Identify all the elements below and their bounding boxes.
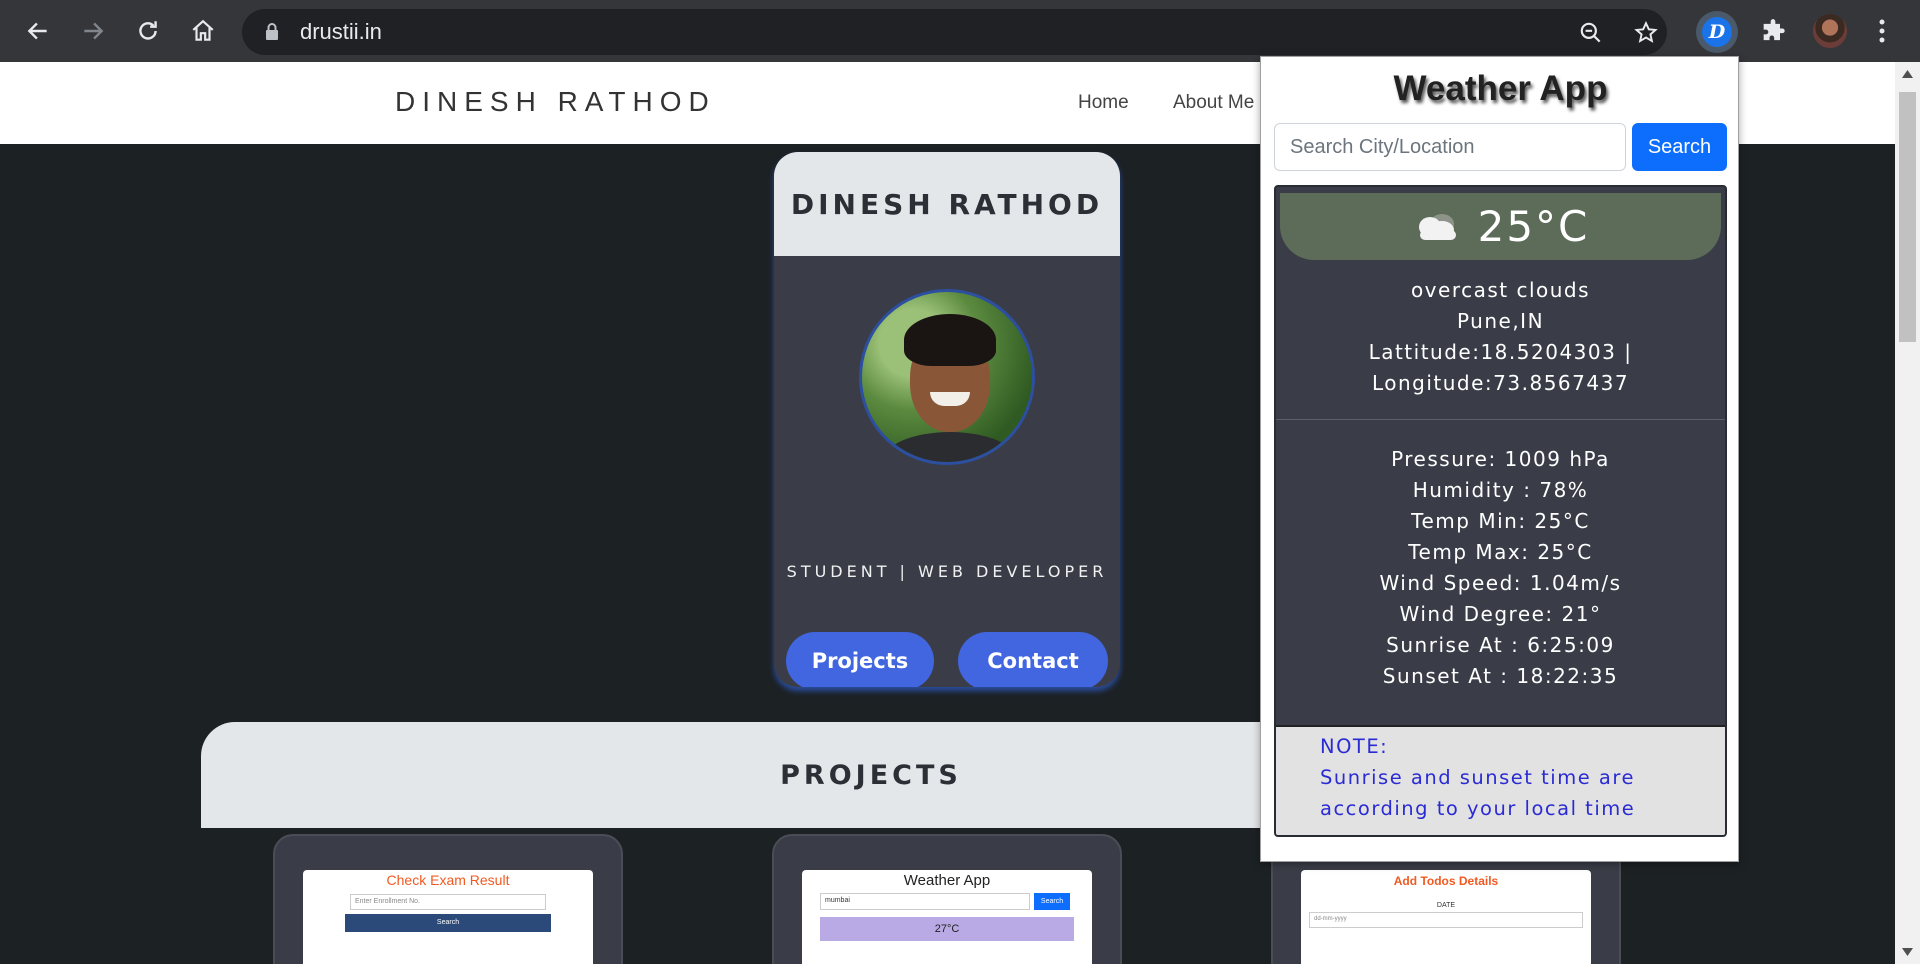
temperature-value: 25°C: [1477, 202, 1590, 251]
menu-button[interactable]: [1862, 11, 1902, 51]
profile-name: DINESH RATHOD: [790, 187, 1104, 221]
back-button[interactable]: [18, 11, 58, 51]
detail-wind-speed: Wind Speed: 1.04m/s: [1379, 571, 1622, 595]
detail-sunrise: Sunrise At : 6:25:09: [1386, 633, 1615, 657]
project-label: DATE: [1436, 902, 1456, 909]
project-card-weather-app[interactable]: Weather App mumbai Search 27°C: [772, 834, 1122, 964]
note-line-1: Sunrise and sunset time are: [1320, 766, 1635, 789]
weather-details: Pressure: 1009 hPa Humidity : 78% Temp M…: [1276, 444, 1725, 692]
temperature-banner: 25°C: [1280, 193, 1721, 260]
scroll-down-icon[interactable]: [1902, 948, 1913, 956]
city-search-input[interactable]: [1274, 123, 1626, 171]
profile-card: DINESH RATHOD STUDENT | WEB DEVELOPER Pr…: [774, 152, 1120, 687]
scroll-up-icon[interactable]: [1902, 70, 1913, 78]
home-icon: [192, 19, 214, 41]
project-screenshot: Check Exam Result Enter Enrollment No. S…: [303, 870, 593, 964]
project-heading: Check Exam Result: [386, 872, 510, 888]
zoom-icon[interactable]: [1578, 20, 1604, 46]
note-line-2: according to your local time: [1320, 797, 1636, 820]
site-brand[interactable]: DINESH RATHOD: [395, 86, 716, 118]
profile-photo: [859, 289, 1035, 465]
lock-icon: [266, 23, 278, 40]
note-label: NOTE:: [1320, 735, 1389, 758]
project-button: Search: [345, 914, 551, 932]
project-button: Search: [1034, 893, 1070, 910]
project-input: Enter Enrollment No.: [350, 894, 546, 910]
project-input: mumbai: [820, 893, 1030, 910]
profile-header: DINESH RATHOD: [774, 152, 1120, 256]
profile-role: STUDENT | WEB DEVELOPER: [786, 562, 1108, 581]
extension-d-icon: D: [1702, 17, 1732, 47]
project-screenshot: Add Todos Details DATE dd-mm-yyyy: [1301, 870, 1591, 964]
detail-humidity: Humidity : 78%: [1412, 478, 1589, 502]
detail-temp-min: Temp Min: 25°C: [1411, 509, 1590, 533]
page-scrollbar[interactable]: [1895, 62, 1920, 964]
detail-pressure: Pressure: 1009 hPa: [1391, 447, 1610, 471]
detail-wind-degree: Wind Degree: 21°: [1399, 602, 1602, 626]
cloud-icon: [1418, 213, 1456, 240]
weather-card: 25°C overcast clouds Pune,IN Lattitude:1…: [1274, 185, 1727, 837]
weather-extension-popup: Weather App Search 25°C overcast clouds …: [1260, 56, 1739, 862]
arrow-right-icon: [84, 22, 104, 40]
detail-sunset: Sunset At : 18:22:35: [1382, 664, 1619, 688]
project-input: dd-mm-yyyy: [1309, 912, 1583, 928]
bookmark-star-icon[interactable]: [1633, 20, 1659, 46]
projects-title: PROJECTS: [780, 759, 962, 791]
weather-summary: overcast clouds Pune,IN Lattitude:18.520…: [1276, 275, 1725, 399]
nav-link-home[interactable]: Home: [1078, 92, 1129, 114]
contact-button[interactable]: Contact: [958, 632, 1108, 687]
arrow-left-icon: [27, 22, 47, 40]
url-text: drustii.in: [300, 19, 382, 44]
projects-button[interactable]: Projects: [786, 632, 934, 687]
city-search-button[interactable]: Search: [1632, 123, 1727, 171]
project-heading: Add Todos Details: [1393, 874, 1499, 888]
reload-button[interactable]: [128, 11, 168, 51]
weather-latitude: Lattitude:18.5204303 |: [1368, 340, 1633, 364]
project-screenshot: Weather App mumbai Search 27°C: [802, 870, 1092, 964]
extensions-menu-button[interactable]: [1752, 11, 1794, 53]
weather-longitude: Longitude:73.8567437: [1371, 371, 1630, 395]
extension-weather-button[interactable]: D: [1696, 11, 1738, 53]
scroll-thumb[interactable]: [1899, 92, 1916, 342]
browser-toolbar: drustii.in D: [0, 0, 1920, 62]
project-heading: Weather App: [903, 872, 991, 889]
project-temp: 27°C: [820, 917, 1074, 941]
project-card-exam-result[interactable]: Check Exam Result Enter Enrollment No. S…: [273, 834, 623, 964]
weather-divider: [1276, 419, 1725, 420]
popup-title: Weather App: [1393, 69, 1608, 108]
home-button[interactable]: [183, 11, 223, 51]
kebab-menu-icon: [1879, 19, 1885, 43]
address-bar[interactable]: drustii.in: [242, 9, 1667, 55]
puzzle-icon: [1763, 19, 1785, 41]
detail-temp-max: Temp Max: 25°C: [1408, 540, 1593, 564]
note-text: NOTE: Sunrise and sunset time are accord…: [1320, 731, 1635, 824]
weather-location: Pune,IN: [1456, 309, 1545, 333]
weather-description: overcast clouds: [1410, 278, 1591, 302]
reload-icon: [139, 21, 157, 40]
note-box: NOTE: Sunrise and sunset time are accord…: [1276, 725, 1725, 835]
profile-avatar[interactable]: [1813, 14, 1847, 48]
forward-button[interactable]: [73, 11, 113, 51]
nav-link-about[interactable]: About Me: [1173, 92, 1254, 114]
